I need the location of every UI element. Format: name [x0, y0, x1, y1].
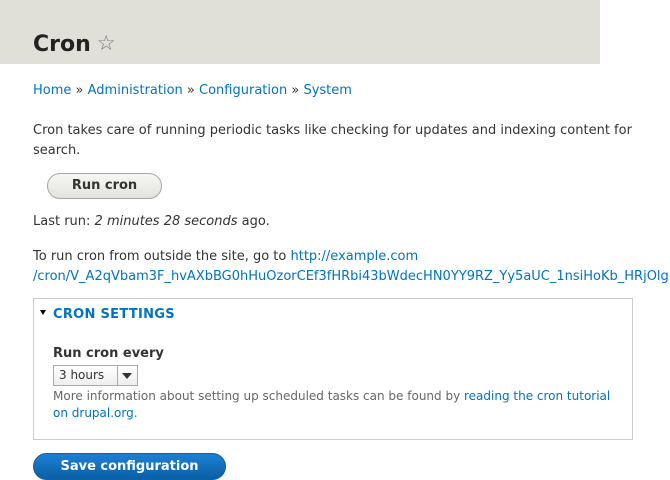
run-cron-every-select[interactable]: 3 hours [53, 365, 138, 386]
star-outline-icon[interactable]: ☆ [97, 28, 116, 58]
cron-settings-fieldset: CRON SETTINGS Run cron every 3 hours Mor… [33, 298, 633, 440]
last-run-prefix: Last run: [33, 214, 95, 229]
cron-help-end: . [133, 406, 138, 420]
cron-url-link-line1[interactable]: http://example.com [290, 249, 418, 264]
cron-help-text: More information about setting up schedu… [53, 388, 613, 422]
select-divider [117, 366, 118, 385]
cron-url-info: To run cron from outside the site, go to… [33, 247, 670, 287]
cron-settings-toggle[interactable]: CRON SETTINGS [40, 307, 175, 322]
save-configuration-button[interactable]: Save configuration [33, 453, 226, 480]
select-value: 3 hours [59, 368, 105, 382]
breadcrumb-administration[interactable]: Administration [88, 83, 183, 98]
page-header: Cron ☆ [0, 0, 600, 64]
cron-url-text: To run cron from outside the site, go to [33, 249, 291, 264]
triangle-down-icon [40, 310, 46, 315]
last-run-suffix: ago. [237, 214, 270, 229]
breadcrumb-separator: » [75, 83, 84, 98]
breadcrumb-configuration[interactable]: Configuration [199, 83, 287, 98]
page-description: Cron takes care of running periodic task… [33, 123, 632, 158]
breadcrumb-home[interactable]: Home [33, 83, 71, 98]
cron-help-prefix: More information about setting up schedu… [53, 389, 464, 403]
breadcrumb: Home » Administration » Configuration » … [33, 82, 352, 100]
breadcrumb-separator: » [186, 83, 195, 98]
breadcrumb-system[interactable]: System [303, 83, 351, 98]
breadcrumb-separator: » [291, 83, 300, 98]
last-run-value: 2 minutes 28 seconds [94, 214, 238, 229]
page-title-text: Cron [33, 32, 91, 57]
cron-settings-legend: CRON SETTINGS [53, 307, 175, 322]
page-title: Cron ☆ [33, 28, 116, 60]
chevron-down-icon [122, 373, 132, 379]
run-cron-button[interactable]: Run cron [47, 173, 162, 199]
last-run-status: Last run: 2 minutes 28 seconds ago. [33, 213, 270, 231]
run-cron-every-label: Run cron every [53, 346, 164, 361]
cron-url-link-line2[interactable]: /cron/V_A2qVbam3F_hvAXbBG0hHuOzorCEf3fHR… [33, 269, 669, 284]
